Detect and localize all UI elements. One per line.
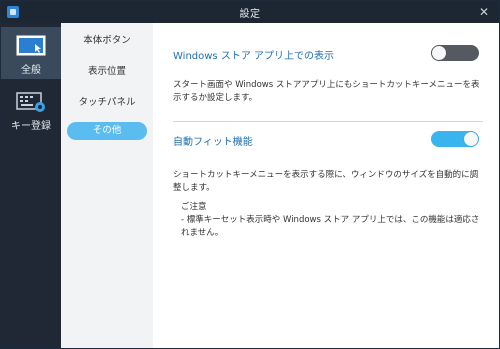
rail-label-key-register: キー登録	[11, 121, 51, 132]
rail-item-general[interactable]: 全般	[1, 27, 61, 79]
keyboard-gear-icon	[16, 92, 45, 112]
monitor-pointer-icon	[16, 35, 46, 56]
store-app-toggle[interactable]	[431, 45, 479, 61]
sub-nav-item-display-position[interactable]: 表示位置	[61, 63, 153, 77]
toggle-knob	[432, 46, 446, 60]
note-heading: ご注意	[181, 202, 207, 212]
left-rail: 全般 キー登録	[1, 23, 61, 348]
auto-fit-setting-title: 自動フィット機能	[173, 137, 253, 148]
note-body: - 標準キーセット表示時や Windows ストア アプリ上では、この機能は適応…	[181, 215, 480, 238]
rail-item-key-register[interactable]: キー登録	[1, 83, 61, 135]
settings-content: Windows ストア アプリ上での表示 スタート画面や Windows ストア…	[153, 23, 499, 348]
sub-nav-item-body-button[interactable]: 本体ボタン	[61, 32, 153, 46]
auto-fit-description: ショートカットキーメニューを表示する際に、ウィンドウのサイズを自動的に調整します…	[173, 170, 479, 193]
sub-nav-item-other[interactable]: その他	[67, 122, 147, 140]
window-title: 設定	[239, 9, 261, 20]
auto-fit-toggle[interactable]	[431, 131, 479, 147]
store-app-description: スタート画面や Windows ストアアプリ上にもショートカットキーメニューを表…	[173, 80, 480, 103]
settings-window: 設定 ✕ 全般 キー登録 本体ボタン 表示位置 タッチパネル その他 Windo…	[0, 0, 500, 349]
sub-nav-item-touch-panel[interactable]: タッチパネル	[61, 94, 153, 108]
section-divider	[173, 121, 483, 122]
toggle-knob	[464, 132, 478, 146]
store-app-setting-title: Windows ストア アプリ上での表示	[173, 51, 334, 62]
rail-label-general: 全般	[21, 65, 41, 76]
close-button[interactable]: ✕	[475, 3, 493, 21]
title-bar: 設定 ✕	[1, 1, 499, 23]
sub-navigation: 本体ボタン 表示位置 タッチパネル その他	[61, 23, 153, 348]
